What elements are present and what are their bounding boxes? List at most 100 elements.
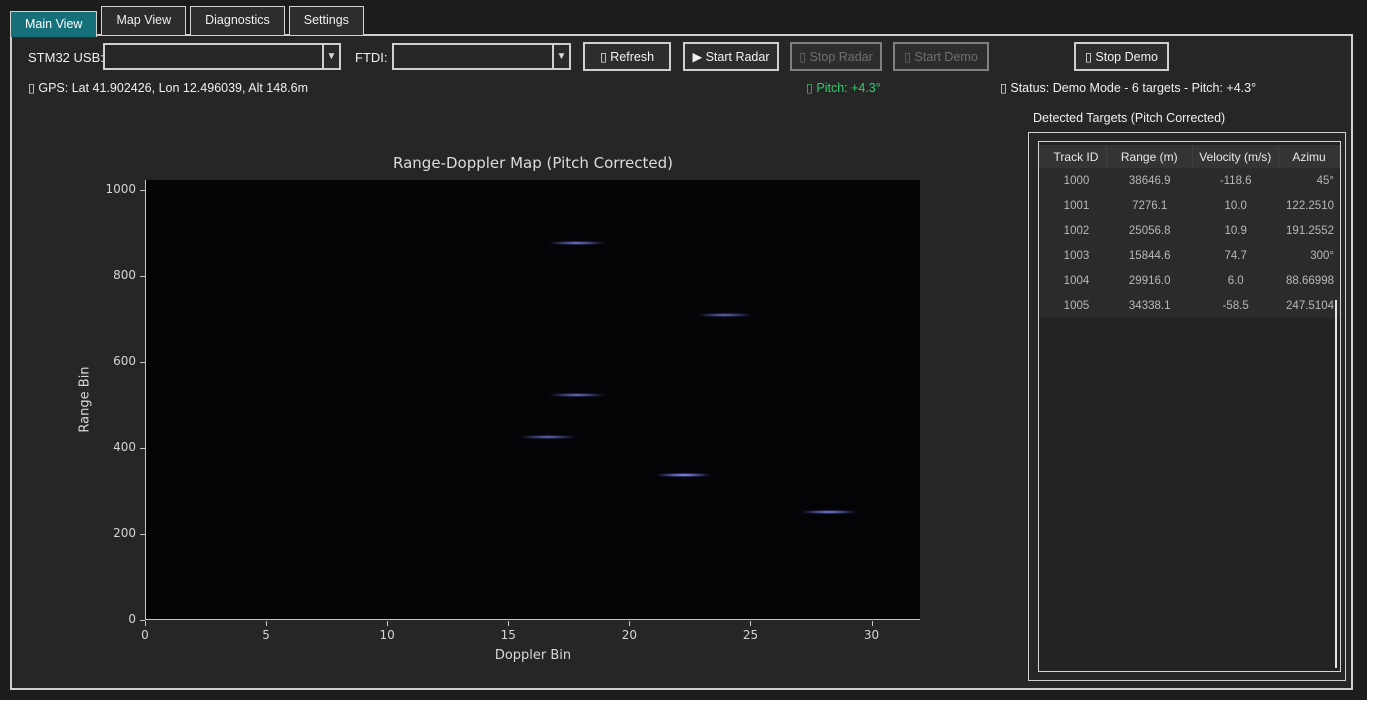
refresh-button[interactable]: ▯ Refresh	[583, 42, 671, 71]
tab-settings[interactable]: Settings	[289, 6, 364, 35]
demo-status-label: ▯ Status: Demo Mode - 6 targets - Pitch:…	[1000, 80, 1256, 95]
table-cell: 38646.9	[1107, 168, 1193, 193]
table-cell: 45°	[1279, 168, 1340, 193]
column-header-velocity-m-s[interactable]: Velocity (m/s)	[1193, 145, 1280, 168]
table-cell: 88.66998	[1279, 268, 1340, 293]
table-cell: -58.5	[1192, 293, 1279, 318]
stm32-port-combobox[interactable]: ▼	[103, 43, 341, 70]
table-cell: 7276.1	[1107, 193, 1193, 218]
gps-status-label: ▯ GPS: Lat 41.902426, Lon 12.496039, Alt…	[28, 80, 308, 95]
table-cell: 6.0	[1192, 268, 1279, 293]
x-axis-label: Doppler Bin	[283, 648, 783, 663]
targets-table-header[interactable]: Track IDRange (m)Velocity (m/s)Azimu	[1039, 145, 1340, 168]
x-tick-label: 0	[125, 628, 165, 642]
app-window: Main ViewMap ViewDiagnosticsSettings STM…	[0, 0, 1380, 716]
targets-panel-title: Detected Targets (Pitch Corrected)	[1033, 111, 1225, 125]
table-cell: 122.2510	[1279, 193, 1340, 218]
x-tick-label: 15	[488, 628, 528, 642]
table-row[interactable]: 100038646.9-118.645°	[1039, 168, 1340, 193]
range-doppler-plot	[145, 180, 920, 620]
table-cell: 15844.6	[1107, 243, 1193, 268]
target-streak-core	[698, 314, 751, 316]
stm32-usb-label: STM32 USB:	[28, 50, 104, 65]
x-tick-mark	[387, 621, 388, 626]
x-tick-mark	[508, 621, 509, 626]
target-streak	[542, 240, 612, 246]
table-cell: 1001	[1046, 193, 1107, 218]
pitch-status-label: ▯ Pitch: +4.3°	[806, 80, 881, 95]
ftdi-port-combobox[interactable]: ▼	[392, 43, 571, 70]
table-row[interactable]: 100429916.06.088.66998	[1039, 268, 1340, 293]
tab-main-view[interactable]: Main View	[10, 11, 97, 37]
table-cell: 1002	[1046, 218, 1107, 243]
table-cell: 1003	[1046, 243, 1107, 268]
y-tick-label: 400	[92, 440, 136, 454]
table-cell: 247.5104	[1279, 293, 1340, 318]
y-tick-label: 800	[92, 268, 136, 282]
table-cell: 25056.8	[1107, 218, 1193, 243]
x-tick-label: 20	[609, 628, 649, 642]
y-tick-label: 1000	[92, 182, 136, 196]
x-tick-mark	[750, 621, 751, 626]
column-header-azimu[interactable]: Azimu	[1279, 145, 1340, 168]
tab-diagnostics[interactable]: Diagnostics	[190, 6, 285, 35]
stop-demo-button[interactable]: ▯ Stop Demo	[1074, 42, 1169, 71]
target-streak-core	[657, 474, 710, 476]
table-row[interactable]: 10017276.110.0122.2510	[1039, 193, 1340, 218]
chevron-down-icon[interactable]: ▼	[322, 45, 339, 68]
y-tick-label: 600	[92, 354, 136, 368]
y-axis-label: Range Bin	[78, 345, 93, 455]
table-row[interactable]: 100225056.810.9191.2552	[1039, 218, 1340, 243]
table-cell: 10.9	[1192, 218, 1279, 243]
target-streak	[690, 312, 760, 318]
y-tick-mark	[140, 276, 145, 277]
target-streak-core	[521, 436, 574, 438]
y-tick-mark	[140, 362, 145, 363]
start-radar-button[interactable]: ▶ Start Radar	[683, 42, 779, 71]
x-tick-mark	[872, 621, 873, 626]
ftdi-label: FTDI:	[355, 50, 388, 65]
table-row[interactable]: 100315844.674.7300°	[1039, 243, 1340, 268]
x-tick-mark	[145, 621, 146, 626]
target-streak	[794, 509, 864, 515]
target-streak-core	[802, 511, 855, 513]
chevron-down-icon[interactable]: ▼	[552, 45, 569, 68]
stm32-port-value	[105, 45, 322, 68]
table-cell: 10.0	[1192, 193, 1279, 218]
table-cell: 300°	[1279, 243, 1340, 268]
table-cell: 1000	[1046, 168, 1107, 193]
x-tick-label: 30	[852, 628, 892, 642]
column-header-track-id[interactable]: Track ID	[1046, 145, 1107, 168]
target-streak	[542, 392, 612, 398]
table-cell: 1005	[1046, 293, 1107, 318]
start-demo-button: ▯ Start Demo	[893, 42, 989, 71]
target-streak	[649, 472, 719, 478]
table-cell: 29916.0	[1107, 268, 1193, 293]
x-tick-label: 10	[367, 628, 407, 642]
target-streak-core	[550, 242, 603, 244]
y-tick-mark	[140, 534, 145, 535]
targets-table: Track IDRange (m)Velocity (m/s)Azimu 100…	[1038, 141, 1341, 672]
main-window: Main ViewMap ViewDiagnosticsSettings STM…	[0, 0, 1367, 700]
target-streak	[513, 434, 583, 440]
y-tick-label: 200	[92, 526, 136, 540]
stop-radar-button: ▯ Stop Radar	[790, 42, 882, 71]
x-tick-mark	[629, 621, 630, 626]
table-cell: 1004	[1046, 268, 1107, 293]
tab-map-view[interactable]: Map View	[101, 6, 186, 35]
column-header-range-m[interactable]: Range (m)	[1107, 145, 1193, 168]
y-tick-mark	[140, 620, 145, 621]
table-cell: -118.6	[1192, 168, 1279, 193]
table-cell: 74.7	[1192, 243, 1279, 268]
tab-bar: Main ViewMap ViewDiagnosticsSettings	[10, 6, 368, 36]
ftdi-port-value	[394, 45, 552, 68]
y-tick-mark	[140, 448, 145, 449]
y-tick-label: 0	[92, 612, 136, 626]
targets-table-body: 100038646.9-118.645°10017276.110.0122.25…	[1039, 168, 1340, 318]
x-tick-mark	[266, 621, 267, 626]
x-tick-label: 5	[246, 628, 286, 642]
targets-table-scrollbar[interactable]	[1335, 300, 1337, 668]
table-row[interactable]: 100534338.1-58.5247.5104	[1039, 293, 1340, 318]
chart-title: Range-Doppler Map (Pitch Corrected)	[283, 154, 783, 172]
table-cell: 34338.1	[1107, 293, 1193, 318]
